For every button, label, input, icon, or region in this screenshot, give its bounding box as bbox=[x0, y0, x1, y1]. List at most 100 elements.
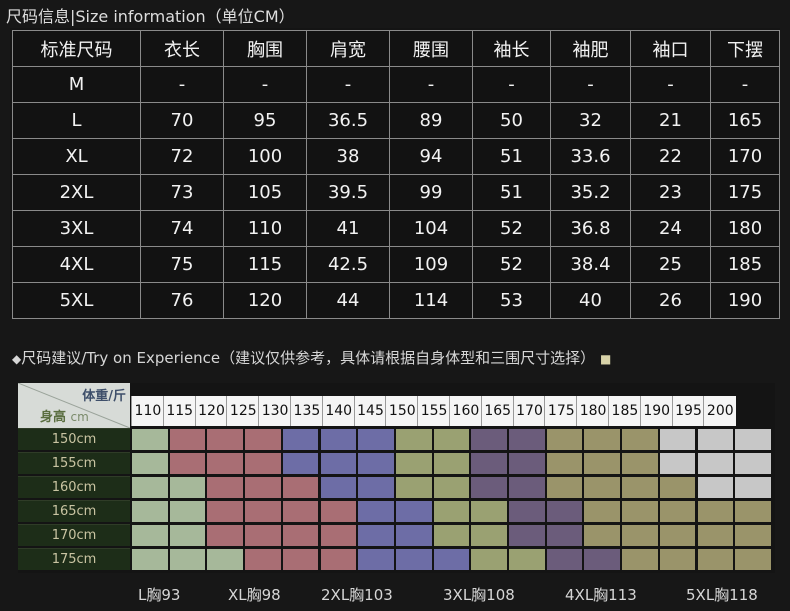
measurement-cell: - bbox=[630, 66, 711, 103]
size-zone-cell bbox=[132, 453, 168, 474]
size-zone-cell bbox=[546, 477, 583, 498]
size-chest-label: 2XL胸103 bbox=[321, 586, 393, 604]
measurement-cell: 52 bbox=[472, 246, 551, 283]
size-zone-cell bbox=[546, 525, 583, 546]
size-zone-cell bbox=[395, 501, 432, 522]
size-table-row: 5XL 76 120 44 114 53 40 26 190 bbox=[12, 282, 780, 319]
size-zone-cell bbox=[433, 549, 470, 570]
size-zone-cell bbox=[320, 453, 357, 474]
size-label-cell: 4XL bbox=[12, 246, 141, 283]
size-zone-cell bbox=[509, 525, 545, 546]
column-header: 袖口 bbox=[630, 30, 711, 67]
size-zone-cell bbox=[169, 549, 206, 570]
measurement-cell: 50 bbox=[472, 102, 551, 139]
size-zone-cell bbox=[622, 501, 658, 522]
height-row-label: 155cm bbox=[18, 452, 130, 474]
size-zone-cell bbox=[245, 501, 281, 522]
weight-column-label: 135 bbox=[290, 396, 323, 426]
size-zone-cell bbox=[735, 429, 771, 450]
size-zone-cell bbox=[320, 525, 357, 546]
size-zone-cell bbox=[659, 477, 696, 498]
size-zone-cell bbox=[395, 477, 432, 498]
size-zone-cell bbox=[358, 549, 394, 570]
size-zone-cell bbox=[169, 525, 206, 546]
size-zone-cell bbox=[622, 549, 658, 570]
size-zone-cell bbox=[282, 453, 319, 474]
size-label-cell: XL bbox=[12, 138, 141, 175]
size-zone-cell bbox=[622, 453, 658, 474]
size-zone-cell bbox=[245, 477, 281, 498]
size-table-header-row: 标准尺码 衣长 胸围 肩宽 腰围 袖长 袖肥 袖口 下摆 bbox=[12, 30, 780, 67]
weight-column-label: 140 bbox=[321, 396, 355, 426]
size-zone-cell bbox=[471, 429, 507, 450]
size-label-cell: 2XL bbox=[12, 174, 141, 211]
measurement-cell: 74 bbox=[140, 210, 224, 247]
column-header: 下摆 bbox=[710, 30, 780, 67]
measurement-cell: 39.5 bbox=[306, 174, 390, 211]
size-zone-cell bbox=[697, 453, 734, 474]
size-zone-cell bbox=[433, 525, 470, 546]
size-zone-cell bbox=[245, 429, 281, 450]
size-zone-cell bbox=[433, 453, 470, 474]
size-zone-cell bbox=[546, 429, 583, 450]
try-on-hint: ◆尺码建议/Try on Experience（建议仅供参考，具体请根据自身体型… bbox=[12, 347, 611, 368]
size-table-row: M-------- bbox=[12, 66, 780, 103]
measurement-cell: 36.5 bbox=[306, 102, 390, 139]
size-zone-cell bbox=[132, 429, 168, 450]
column-header: 袖肥 bbox=[550, 30, 631, 67]
size-table-row: 3XL 74 110 41 104 52 36.8 24 180 bbox=[12, 210, 780, 247]
size-zone-cell bbox=[320, 477, 357, 498]
weight-column-label: 130 bbox=[258, 396, 291, 426]
weight-column-label: 125 bbox=[226, 396, 260, 426]
height-row-label: 160cm bbox=[18, 476, 130, 498]
size-chest-label: 4XL胸113 bbox=[565, 586, 637, 604]
measurement-cell: 115 bbox=[223, 246, 307, 283]
measurement-cell: 38 bbox=[306, 138, 390, 175]
size-zone-cell bbox=[433, 429, 470, 450]
size-zone-cell bbox=[132, 525, 168, 546]
size-zone-cell bbox=[546, 549, 583, 570]
size-zone-cell bbox=[584, 501, 621, 522]
column-header: 肩宽 bbox=[306, 30, 390, 67]
size-label-cell: L bbox=[12, 102, 141, 139]
size-zone-cell bbox=[622, 477, 658, 498]
weight-column-label: 185 bbox=[608, 396, 641, 426]
size-zone-cell bbox=[433, 501, 470, 522]
size-chest-label: L胸93 bbox=[138, 586, 181, 604]
measurement-cell: 72 bbox=[140, 138, 224, 175]
weight-column-label: 190 bbox=[639, 396, 673, 426]
size-zone-cell bbox=[659, 501, 696, 522]
size-zone-cell bbox=[659, 525, 696, 546]
height-axis-label-text: 身高 bbox=[40, 410, 67, 425]
measurement-cell: 120 bbox=[223, 282, 307, 319]
size-zone-cell bbox=[132, 549, 168, 570]
size-zone-cell bbox=[584, 477, 621, 498]
size-recommendation-chart: 体重/斤 身高 cm 110 115 120 125 130 135 140 145 150 15… bbox=[18, 383, 775, 573]
measurement-cell: 110 bbox=[223, 210, 307, 247]
size-zone-cell bbox=[395, 549, 432, 570]
measurement-cell: 104 bbox=[389, 210, 473, 247]
size-zone-cell bbox=[471, 477, 507, 498]
size-zone-cell bbox=[132, 501, 168, 522]
measurement-cell: 109 bbox=[389, 246, 473, 283]
size-zone-cell bbox=[245, 525, 281, 546]
weight-column-label: 165 bbox=[480, 396, 514, 426]
size-zone-cell bbox=[169, 429, 206, 450]
measurement-cell: 185 bbox=[710, 246, 780, 283]
measurement-cell: 44 bbox=[306, 282, 390, 319]
measurement-cell: 25 bbox=[630, 246, 711, 283]
size-zone-cell bbox=[509, 501, 545, 522]
try-on-hint-text: 尺码建议/Try on Experience（建议仅供参考，具体请根据自身体型和… bbox=[21, 349, 596, 367]
size-zone-cell bbox=[282, 549, 319, 570]
size-zone-cell bbox=[207, 477, 244, 498]
measurement-cell: 51 bbox=[472, 174, 551, 211]
size-zone-cell bbox=[358, 525, 394, 546]
measurement-cell: 35.2 bbox=[550, 174, 631, 211]
size-zone-cell bbox=[509, 477, 545, 498]
size-table-row: XL 72 100 38 94 51 33.6 22 170 bbox=[12, 138, 780, 175]
height-row-label: 170cm bbox=[18, 524, 130, 546]
column-header: 袖长 bbox=[472, 30, 551, 67]
measurement-cell: 94 bbox=[389, 138, 473, 175]
size-zone-cell bbox=[358, 429, 394, 450]
size-zone-cell bbox=[282, 501, 319, 522]
